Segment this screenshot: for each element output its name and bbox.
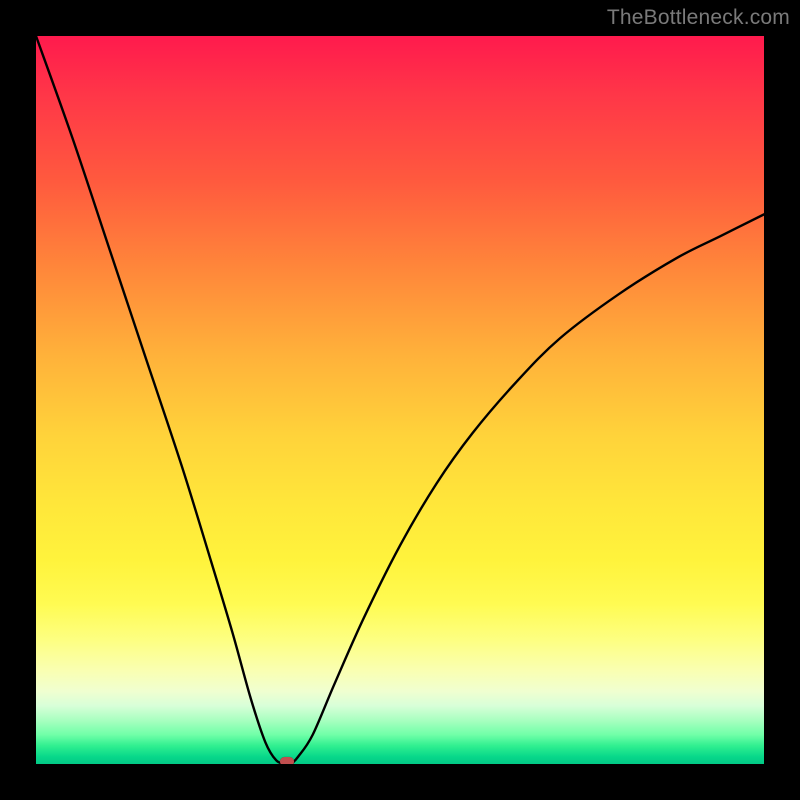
chart-frame: TheBottleneck.com <box>0 0 800 800</box>
watermark-text: TheBottleneck.com <box>607 6 790 30</box>
bottleneck-curve <box>36 36 764 764</box>
plot-area <box>36 36 764 764</box>
optimum-marker <box>280 757 294 764</box>
